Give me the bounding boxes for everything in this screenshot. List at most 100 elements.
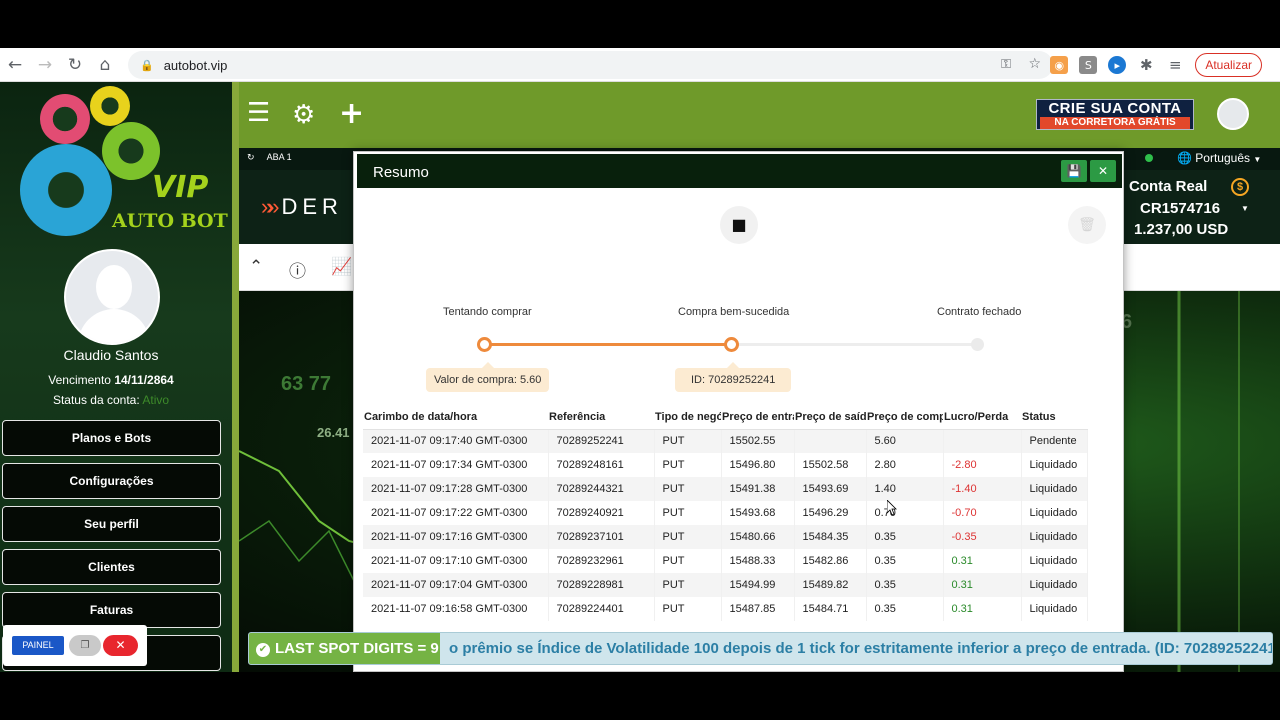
- column-header: Preço de compra: [866, 405, 943, 430]
- menu-invoices-button[interactable]: Faturas: [2, 592, 221, 628]
- table-cell-entry: 15488.33: [721, 549, 795, 573]
- table-cell-entry: 15494.99: [721, 573, 795, 597]
- ticker-message: o prêmio se Índice de Volatilidade 100 d…: [449, 640, 1273, 657]
- sidebar-divider: [232, 82, 239, 672]
- deriv-logo-text: DER: [281, 194, 343, 219]
- table-cell-exit: 15484.35: [794, 525, 867, 549]
- top-bar: ☰ ⚙ + CRIE SUA CONTA NA CORRETORA GRÁTIS: [239, 82, 1280, 148]
- create-account-banner[interactable]: CRIE SUA CONTA NA CORRETORA GRÁTIS: [1036, 99, 1194, 130]
- stop-button[interactable]: ■: [720, 206, 758, 244]
- address-bar[interactable]: 🔒 autobot.vip ⚿ ☆: [128, 51, 1053, 79]
- table-cell-exit: 15493.69: [794, 477, 867, 501]
- home-icon[interactable]: ⌂: [90, 55, 120, 75]
- user-name: Claudio Santos: [63, 347, 159, 363]
- step-label: Compra bem-sucedida: [678, 306, 790, 318]
- table-cell-status: Liquidado: [1021, 453, 1088, 477]
- table-cell-exit: 15489.82: [794, 573, 867, 597]
- table-cell-time: 2021-11-07 09:17:04 GMT-0300: [363, 573, 549, 597]
- table-cell-pl: -2.80: [943, 453, 1022, 477]
- step-dot: [724, 337, 739, 352]
- table-cell-entry: 15480.66: [721, 525, 795, 549]
- minimize-icon[interactable]: ❐: [69, 635, 101, 656]
- reading-list-icon[interactable]: ≡: [1166, 56, 1184, 74]
- caret-down-icon: ▼: [1253, 155, 1262, 164]
- trades-table: Carimbo de data/hora Referência Tipo de …: [363, 405, 1088, 621]
- check-circle-icon: ✔: [256, 643, 270, 657]
- menu-plans-bots-button[interactable]: Planos e Bots: [2, 420, 221, 456]
- puzzle-extension-icon[interactable]: ✱: [1137, 56, 1155, 74]
- menu-profile-button[interactable]: Seu perfil: [2, 506, 221, 542]
- account-id: CR1574716: [1140, 200, 1221, 217]
- table-cell-ref: 70289248161: [548, 453, 655, 477]
- expiry-label: Vencimento: [48, 373, 111, 387]
- menu-icon[interactable]: ☰: [247, 98, 270, 128]
- table-cell-type: PUT: [654, 597, 722, 621]
- contract-id-pill: ID: 70289252241: [675, 362, 792, 392]
- top-avatar[interactable]: [1217, 98, 1249, 130]
- table-cell-entry: 15502.55: [721, 429, 795, 453]
- table-cell-type: PUT: [654, 525, 722, 549]
- gear-icon[interactable]: ⚙: [292, 100, 315, 130]
- avatar[interactable]: [64, 249, 160, 345]
- rss-extension-icon[interactable]: ◉: [1050, 56, 1069, 74]
- back-icon[interactable]: ←: [0, 55, 30, 75]
- menu-clients-button[interactable]: Clientes: [2, 549, 221, 585]
- table-row: 2021-11-07 09:17:34 GMT-0300 70289248161 P…: [363, 453, 1088, 477]
- table-cell-buy: 0.35: [866, 549, 944, 573]
- account-balance: 1.237,00 USD: [1134, 221, 1229, 238]
- table-cell-status: Liquidado: [1021, 573, 1088, 597]
- update-button[interactable]: Atualizar: [1195, 53, 1262, 77]
- banner-line1: CRIE SUA CONTA: [1048, 100, 1182, 117]
- panel-button[interactable]: PAINEL: [12, 636, 64, 655]
- table-cell-pl: 0.31: [943, 549, 1022, 573]
- save-icon[interactable]: 💾: [1061, 160, 1087, 182]
- skype-extension-icon[interactable]: S: [1079, 56, 1098, 74]
- menu-settings-button[interactable]: Configurações: [2, 463, 221, 499]
- language-label: Português: [1195, 151, 1250, 165]
- table-cell-ref: 70289232961: [548, 549, 655, 573]
- trash-icon[interactable]: 🗑: [1068, 206, 1106, 244]
- table-row: 2021-11-07 09:17:10 GMT-0300 70289232961 P…: [363, 549, 1088, 573]
- table-cell-type: PUT: [654, 429, 722, 453]
- blue-extension-icon[interactable]: ▸: [1108, 56, 1127, 74]
- step-label: Contrato fechado: [937, 306, 1022, 318]
- table-cell-pl: -0.70: [943, 501, 1022, 525]
- purchase-value-pill: Valor de compra: 5.60: [426, 362, 550, 392]
- language-selector[interactable]: 🌐 Português ▼: [1177, 151, 1261, 165]
- table-cell-exit: [794, 429, 867, 453]
- star-icon[interactable]: ☆: [1028, 56, 1041, 72]
- table-cell-status: Liquidado: [1021, 501, 1088, 525]
- table-cell-time: 2021-11-07 09:17:40 GMT-0300: [363, 429, 549, 453]
- info-icon[interactable]: ⓘ: [289, 257, 306, 282]
- table-cell-time: 2021-11-07 09:17:34 GMT-0300: [363, 453, 549, 477]
- reload-icon[interactable]: ↻: [60, 55, 90, 75]
- caret-down-icon[interactable]: ▼: [1241, 204, 1249, 213]
- logo-autobot: AUTO BOT: [112, 210, 228, 232]
- table-cell-status: Liquidado: [1021, 525, 1088, 549]
- plus-icon[interactable]: +: [339, 96, 364, 131]
- account-label: Conta Real: [1129, 178, 1208, 195]
- table-cell-pl: [943, 429, 1022, 453]
- step-label: Tentando comprar: [443, 306, 532, 318]
- account-status-line: Status da conta: Ativo: [0, 393, 222, 407]
- deriv-logo: »» DER: [261, 194, 343, 220]
- close-icon[interactable]: ✕: [1090, 160, 1116, 182]
- table-cell-pl: -1.40: [943, 477, 1022, 501]
- table-cell-buy: 0.35: [866, 597, 944, 621]
- table-cell-time: 2021-11-07 09:17:10 GMT-0300: [363, 549, 549, 573]
- progress-track-done: [485, 343, 732, 346]
- table-cell-ref: 70289240921: [548, 501, 655, 525]
- tab-aba-1[interactable]: ↻ ABA 1: [247, 152, 292, 163]
- table-cell-status: Pendente: [1021, 429, 1088, 453]
- table-cell-buy: 0.70: [866, 501, 944, 525]
- chart-icon[interactable]: 📈: [331, 257, 352, 277]
- table-cell-entry: 15493.68: [721, 501, 795, 525]
- close-icon[interactable]: ✕: [103, 635, 138, 656]
- table-row: 2021-11-07 09:16:58 GMT-0300 70289224401 P…: [363, 597, 1088, 621]
- screen: ← → ↻ ⌂ 🔒 autobot.vip ⚿ ☆ ◉ S ▸ ✱ ≡ Atua…: [0, 48, 1280, 672]
- chevron-up-icon[interactable]: ⌃: [249, 257, 263, 277]
- panel-widget: PAINEL ❐ ✕: [3, 625, 147, 666]
- forward-icon[interactable]: →: [30, 55, 60, 75]
- table-cell-status: Liquidado: [1021, 597, 1088, 621]
- key-icon[interactable]: ⚿: [1001, 57, 1011, 72]
